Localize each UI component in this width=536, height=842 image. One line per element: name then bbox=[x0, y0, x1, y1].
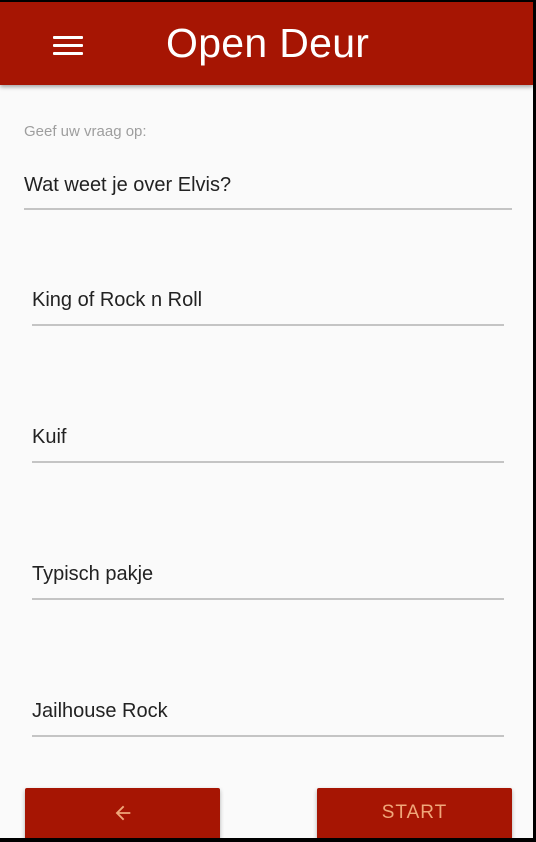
answer-field-2[interactable] bbox=[32, 413, 504, 463]
question-label: Geef uw vraag op: bbox=[24, 123, 147, 140]
app-screen: Open Deur Geef uw vraag op: START bbox=[0, 2, 533, 838]
answer-field-1[interactable] bbox=[32, 276, 504, 326]
arrow-left-icon bbox=[115, 805, 130, 821]
answer-field-3[interactable] bbox=[32, 550, 504, 600]
start-button[interactable]: START bbox=[317, 788, 512, 838]
app-title: Open Deur bbox=[166, 20, 370, 66]
question-input[interactable] bbox=[24, 162, 512, 210]
answer-field-4[interactable] bbox=[32, 687, 504, 737]
menu-icon[interactable] bbox=[53, 32, 85, 58]
back-button[interactable] bbox=[25, 788, 220, 838]
app-bar: Open Deur bbox=[0, 2, 533, 85]
start-button-label: START bbox=[381, 802, 448, 823]
